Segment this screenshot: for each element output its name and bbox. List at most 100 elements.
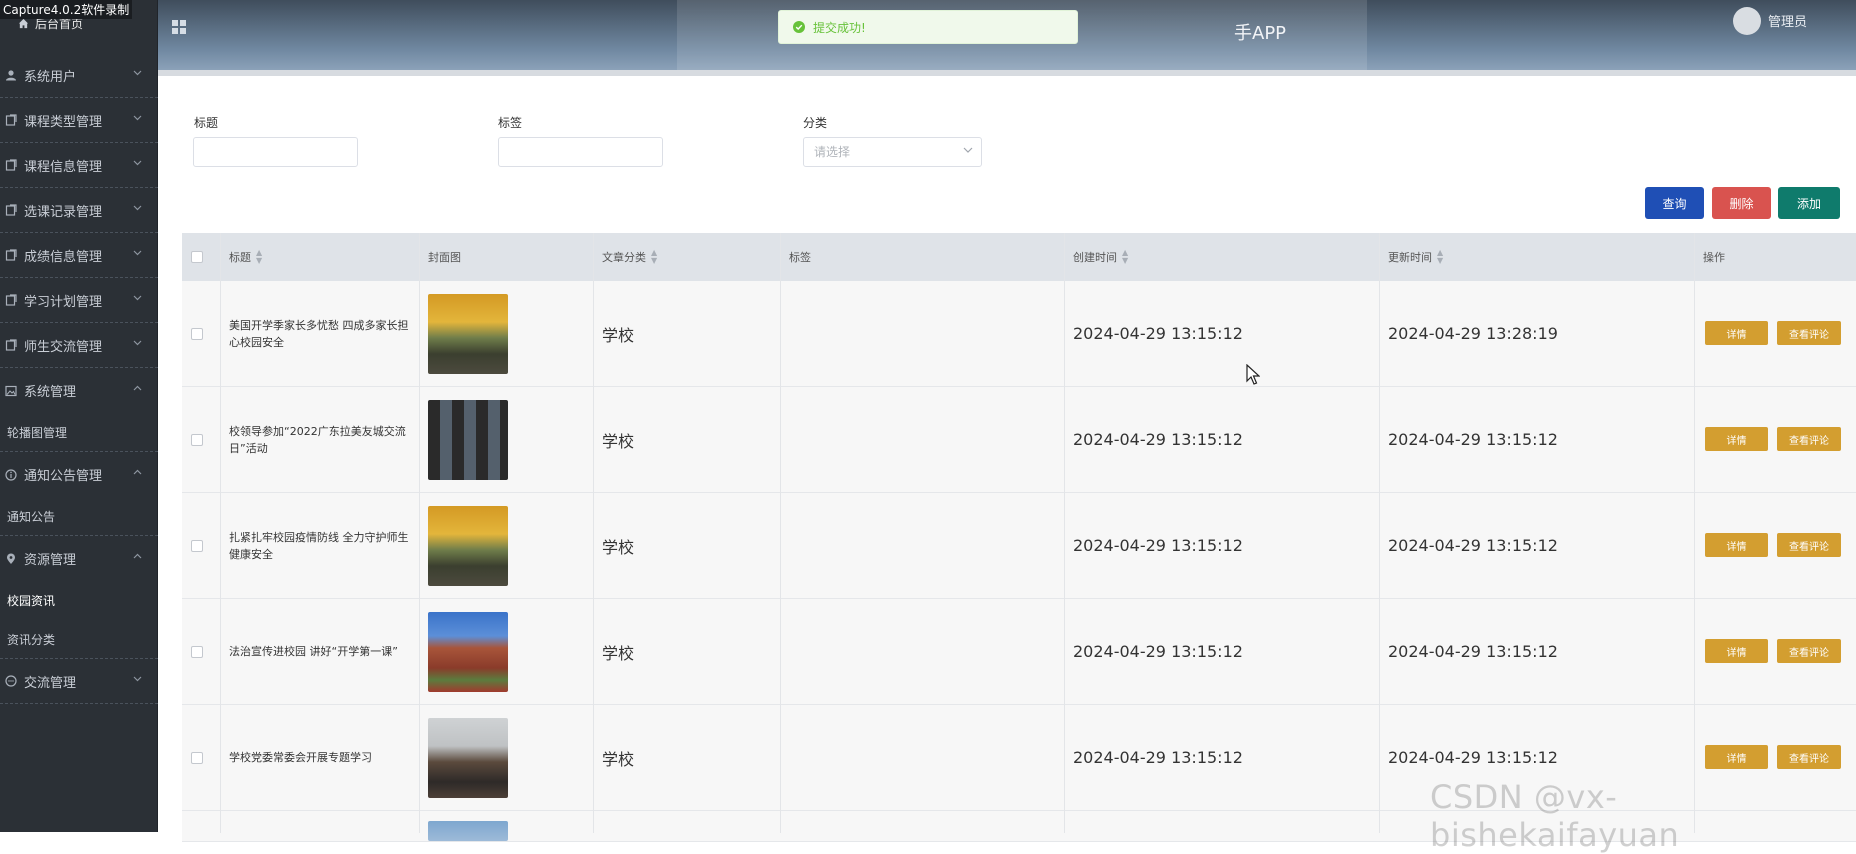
header-category[interactable]: 文章分类 ▲ ▼ [602,233,657,281]
sidebar-item-label: 资源管理 [24,553,77,568]
row-category: 学校 [602,325,635,345]
view-comments-button[interactable]: 查看评论 [1777,321,1841,345]
row-checkbox[interactable] [191,645,203,658]
sidebar-item-study-plan[interactable]: 学习计划管理 [0,278,158,323]
header-actions: 操作 [1703,233,1725,281]
cell-title: 学校党委常委会开展专题学习 [229,705,412,810]
sidebar-subitem-label: 校园资讯 [7,594,56,608]
row-select[interactable] [191,705,203,810]
sort-icon[interactable]: ▲ ▼ [1437,249,1443,265]
row-checkbox[interactable] [191,539,203,552]
cell-category: 学校 [602,599,634,704]
view-comments-button[interactable]: 查看评论 [1777,533,1841,557]
admin-name[interactable]: 管理员 [1768,11,1807,30]
row-checkbox[interactable] [191,751,203,764]
row-checkbox[interactable] [191,327,203,340]
sidebar: 后台首页 系统用户 课程类型管理 课程信息管理 选课记录管理 成绩信息管理 学习… [0,0,158,832]
sidebar-subitem-label: 轮播图管理 [7,425,68,440]
row-select[interactable] [191,387,203,492]
column-divider [1064,233,1065,833]
cell-title: 扎紧扎牢校园疫情防线 全力守护师生健康安全 [229,493,412,598]
view-comments-button[interactable]: 查看评论 [1777,745,1841,769]
header-tag-label: 标签 [789,251,811,264]
cover-image[interactable] [428,293,508,374]
row-title: 校领导参加“2022广东拉美友城交流日”活动 [229,424,406,455]
query-button[interactable]: 查询 [1645,187,1704,219]
avatar[interactable] [1733,7,1761,35]
row-checkbox[interactable] [191,433,203,446]
detail-button[interactable]: 详情 [1705,533,1768,557]
cover-image[interactable] [428,505,508,586]
sidebar-item-course-info[interactable]: 课程信息管理 [0,143,158,188]
row-updated: 2024-04-29 13:28:19 [1388,324,1558,343]
sidebar-item-grades[interactable]: 成绩信息管理 [0,233,158,278]
mouse-cursor-icon [1246,364,1260,385]
cell-updated: 2024-04-29 13:28:19 [1388,281,1558,386]
chevron-down-icon [963,147,973,153]
header-tag: 标签 [789,233,811,281]
sidebar-item-label: 选课记录管理 [24,204,103,220]
row-select[interactable] [191,599,203,704]
cover-image[interactable] [428,717,508,798]
row-created: 2024-04-29 13:15:12 [1073,642,1243,661]
sidebar-item-system-management[interactable]: 系统管理 [0,368,158,413]
sidebar-subitem-carousel[interactable]: 轮播图管理 [0,413,158,452]
sort-icon[interactable]: ▲ ▼ [1122,249,1128,265]
row-select[interactable] [191,493,203,598]
sidebar-item-enrollment[interactable]: 选课记录管理 [0,188,158,233]
sidebar-item-label: 交流管理 [24,675,77,691]
cover-image[interactable] [428,611,508,692]
user-icon [4,68,18,82]
table-row: 校领导参加“2022广东拉美友城交流日”活动 学校 2024-04-29 13:15… [182,387,1856,493]
view-comments-button[interactable]: 查看评论 [1777,639,1841,663]
grid-menu-icon[interactable] [171,19,187,35]
row-updated: 2024-04-29 13:15:12 [1388,748,1558,767]
sidebar-subitem-campus-news[interactable]: 校园资讯 [0,581,158,620]
sidebar-subitem-notice[interactable]: 通知公告 [0,497,158,536]
cell-cover [428,387,508,492]
cell-category: 学校 [602,493,634,598]
sidebar-item-communication[interactable]: 交流管理 [0,659,158,704]
detail-button[interactable]: 详情 [1705,321,1768,345]
sidebar-item-resource-management[interactable]: 资源管理 [0,536,158,581]
document-icon [4,113,18,127]
sidebar-item-teacher-student[interactable]: 师生交流管理 [0,323,158,368]
header-category-label: 文章分类 [602,251,646,264]
add-button[interactable]: 添加 [1778,187,1840,219]
filter-category-placeholder: 请选择 [814,145,851,159]
chat-icon [4,674,18,688]
filter-category-select[interactable]: 请选择 [803,137,982,167]
view-comments-button[interactable]: 查看评论 [1777,427,1841,451]
filter-title-input[interactable] [193,137,358,167]
detail-button[interactable]: 详情 [1705,427,1768,451]
header-select-all[interactable] [191,233,203,281]
sort-icon[interactable]: ▲ ▼ [651,249,657,265]
cell-category: 学校 [602,705,634,810]
sidebar-item-notice-management[interactable]: 通知公告管理 [0,452,158,497]
cover-image[interactable] [428,821,508,841]
row-title: 扎紧扎牢校园疫情防线 全力守护师生健康安全 [229,530,409,561]
sidebar-item-system-users[interactable]: 系统用户 [0,53,158,98]
filter-tag-input[interactable] [498,137,663,167]
sidebar-subitem-label: 资讯分类 [7,632,56,647]
header-title[interactable]: 标题 ▲ ▼ [229,233,262,281]
cover-image[interactable] [428,399,508,480]
row-updated: 2024-04-29 13:15:12 [1388,642,1558,661]
delete-button[interactable]: 删除 [1712,187,1771,219]
header-updated[interactable]: 更新时间 ▲ ▼ [1388,233,1443,281]
sort-icon[interactable]: ▲ ▼ [256,249,262,265]
home-icon [18,18,29,29]
select-all-checkbox[interactable] [191,251,203,263]
filter-title-label: 标题 [194,116,219,130]
header-created[interactable]: 创建时间 ▲ ▼ [1073,233,1128,281]
sidebar-subitem-news-category[interactable]: 资讯分类 [0,620,158,659]
detail-button[interactable]: 详情 [1705,745,1768,769]
row-select[interactable] [191,281,203,386]
sidebar-item-course-type[interactable]: 课程类型管理 [0,98,158,143]
row-created: 2024-04-29 13:15:12 [1073,324,1243,343]
table-header: 标题 ▲ ▼ 封面图 文章分类 ▲ ▼ 标签 创建时间 ▲ ▼ 更新时间 ▲ ▼ 操作 [182,233,1856,281]
detail-button[interactable]: 详情 [1705,639,1768,663]
document-icon [4,293,18,307]
cell-title: 校领导参加“2022广东拉美友城交流日”活动 [229,387,412,492]
cell-created: 2024-04-29 13:15:12 [1073,387,1243,492]
